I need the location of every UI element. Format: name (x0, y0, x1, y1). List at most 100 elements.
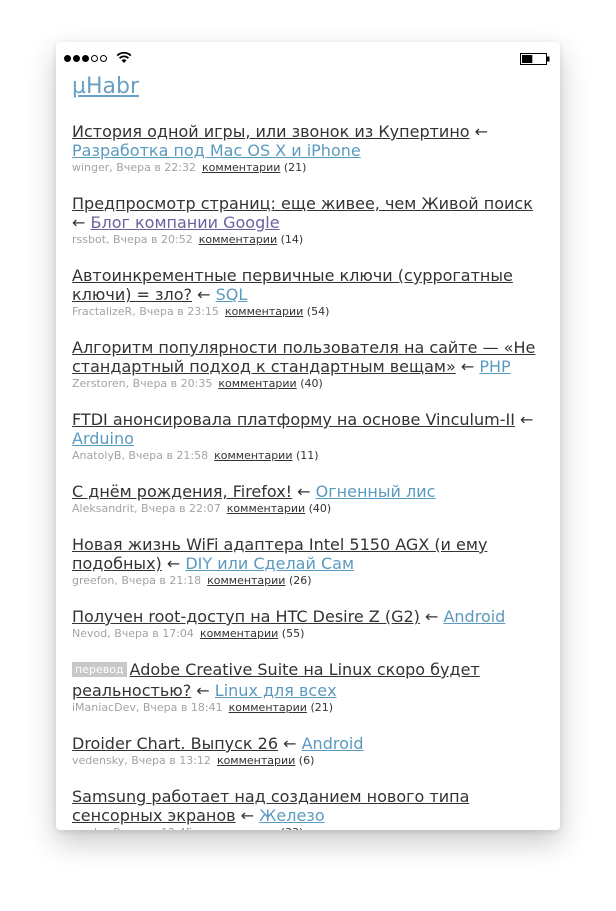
post-title-link[interactable]: Droider Chart. Выпуск 26 (72, 734, 278, 753)
post-meta: FractalizeR, Вчера в 23:15 комментарии (5… (72, 305, 330, 318)
comments-link[interactable]: комментарии (227, 502, 305, 515)
comments-count: (21) (283, 161, 307, 174)
post-item: FTDI анонсировала платформу на основе Vi… (72, 410, 548, 463)
post-author: Nevod (72, 627, 108, 640)
post-item: Предпросмотр страниц: еще живее, чем Жив… (72, 194, 548, 247)
post-item: Автоинкрементные первичные ключи (суррог… (72, 266, 548, 319)
signal-dot (64, 55, 71, 62)
post-title-line: Samsung работает над созданием нового ти… (72, 787, 548, 825)
hub-link[interactable]: Разработка под Mac OS X и iPhone (72, 141, 361, 160)
status-bar (56, 42, 560, 74)
comments-link[interactable]: комментарии (199, 826, 277, 830)
post-item: Получен root-доступ на HTC Desire Z (G2)… (72, 607, 548, 641)
post-meta: marks, Вчера в 12:45комментарии (33) (72, 826, 548, 830)
post-time: Вчера в 20:35 (132, 377, 213, 390)
signal-dot (91, 55, 98, 62)
comments-link[interactable]: комментарии (200, 627, 278, 640)
comments-link[interactable]: комментарии (199, 233, 277, 246)
left-arrow-icon: ← (514, 410, 534, 429)
post-title-link[interactable]: Получен root-доступ на HTC Desire Z (G2) (72, 607, 420, 626)
signal-dot (82, 55, 89, 62)
signal-dot (100, 55, 107, 62)
post-title-link[interactable]: История одной игры, или звонок из Куперт… (72, 122, 470, 141)
post-title-link[interactable]: Предпросмотр страниц: еще живее, чем Жив… (72, 194, 533, 213)
post-title-link[interactable]: Автоинкрементные первичные ключи (суррог… (72, 266, 513, 304)
battery-icon (520, 53, 550, 65)
translation-badge: перевод (72, 662, 127, 677)
hub-link[interactable]: Linux для всех (215, 681, 337, 700)
comments-count: (55) (281, 627, 305, 640)
post-title-line: История одной игры, или звонок из Куперт… (72, 122, 548, 160)
post-time: Вчера в 13:12 (131, 754, 211, 767)
left-arrow-icon: ← (161, 554, 186, 573)
hub-link[interactable]: Android (302, 734, 364, 753)
comments-link[interactable]: комментарии (207, 574, 285, 587)
left-arrow-icon: ← (72, 213, 91, 232)
comments-count: (33) (281, 826, 304, 830)
left-arrow-icon: ← (292, 482, 316, 501)
comments-link[interactable]: комментарии (225, 305, 303, 318)
post-meta: Aleksandrit, Вчера в 22:07 комментарии (4… (72, 502, 332, 515)
hub-link[interactable]: SQL (216, 285, 248, 304)
comments-count: (54) (306, 305, 330, 318)
post-title-line: Автоинкрементные первичные ключи (суррог… (72, 266, 548, 304)
post-list: История одной игры, или звонок из Куперт… (72, 122, 548, 830)
post-meta: rssbot, Вчера в 20:52 комментарии (14) (72, 233, 304, 246)
post-time: Вчера в 22:32 (116, 161, 197, 174)
post-author: vedensky (72, 754, 125, 767)
wifi-icon (116, 52, 132, 63)
post-time: Вчера в 21:18 (121, 574, 202, 587)
post-item: Droider Chart. Выпуск 26 ← Android vedens… (72, 734, 548, 768)
post-author: Zerstoren (72, 377, 126, 390)
comments-link[interactable]: комментарии (217, 754, 295, 767)
left-arrow-icon: ← (191, 681, 215, 700)
post-author: rssbot (72, 233, 107, 246)
post-item: Samsung работает над созданием нового ти… (72, 787, 548, 830)
phone-frame: µHabr История одной игры, или звонок из … (56, 42, 560, 830)
post-item: Новая жизнь WiFi адаптера Intel 5150 AGX… (72, 535, 548, 588)
app-logo-link[interactable]: µHabr (72, 72, 139, 102)
post-title-line: Droider Chart. Выпуск 26 ← Android (72, 734, 548, 753)
comments-count: (26) (288, 574, 312, 587)
hub-link[interactable]: Android (443, 607, 505, 626)
hub-link[interactable]: Блог компании Google (91, 213, 280, 232)
comments-count: (40) (300, 377, 323, 390)
hub-link[interactable]: PHP (479, 357, 510, 376)
post-time: Вчера в 12:45 (113, 826, 193, 830)
left-arrow-icon: ← (419, 607, 444, 626)
post-time: Вчера в 18:41 (142, 701, 223, 714)
post-meta: AnatolyB, Вчера в 21:58 комментарии (11) (72, 449, 319, 462)
comments-count: (6) (298, 754, 315, 767)
post-item: С днём рождения, Firefox! ← Огненный лис… (72, 482, 548, 516)
hub-link[interactable]: Arduino (72, 429, 134, 448)
post-title-link[interactable]: FTDI анонсировала платформу на основе Vi… (72, 410, 515, 429)
comments-count: (14) (280, 233, 304, 246)
post-title-line: FTDI анонсировала платформу на основе Vi… (72, 410, 548, 448)
post-meta: Nevod, Вчера в 17:04 комментарии (55) (72, 627, 305, 640)
comments-link[interactable]: комментарии (229, 701, 307, 714)
post-author: AnatolyB (72, 449, 122, 462)
signal-dot (73, 55, 80, 62)
post-item: Алгоритм популярности пользователя на са… (72, 338, 548, 391)
post-title-link[interactable]: С днём рождения, Firefox! (72, 482, 292, 501)
post-author: winger (72, 161, 110, 174)
signal-strength-icon (64, 55, 107, 62)
post-time: Вчера в 22:07 (141, 502, 221, 515)
left-arrow-icon: ← (192, 285, 216, 304)
post-title-line: Получен root-доступ на HTC Desire Z (G2)… (72, 607, 548, 626)
post-time: Вчера в 21:58 (128, 449, 209, 462)
hub-link[interactable]: Огненный лис (316, 482, 436, 501)
comments-count: (40) (308, 502, 332, 515)
hub-link[interactable]: Железо (259, 806, 324, 825)
comments-link[interactable]: комментарии (202, 161, 280, 174)
post-meta: greefon, Вчера в 21:18 комментарии (26) (72, 574, 312, 587)
post-author: FractalizeR (72, 305, 133, 318)
post-title-line: Новая жизнь WiFi адаптера Intel 5150 AGX… (72, 535, 548, 573)
comments-link[interactable]: комментарии (214, 449, 292, 462)
post-meta: iManiacDev, Вчера в 18:41 комментарии (21… (72, 701, 334, 714)
post-title-line: С днём рождения, Firefox! ← Огненный лис (72, 482, 548, 501)
post-item: перевод Adobe Creative Suite на Linux ско… (72, 660, 548, 715)
comments-count: (21) (310, 701, 334, 714)
hub-link[interactable]: DIY или Сделай Сам (185, 554, 354, 573)
comments-link[interactable]: комментарии (218, 377, 296, 390)
